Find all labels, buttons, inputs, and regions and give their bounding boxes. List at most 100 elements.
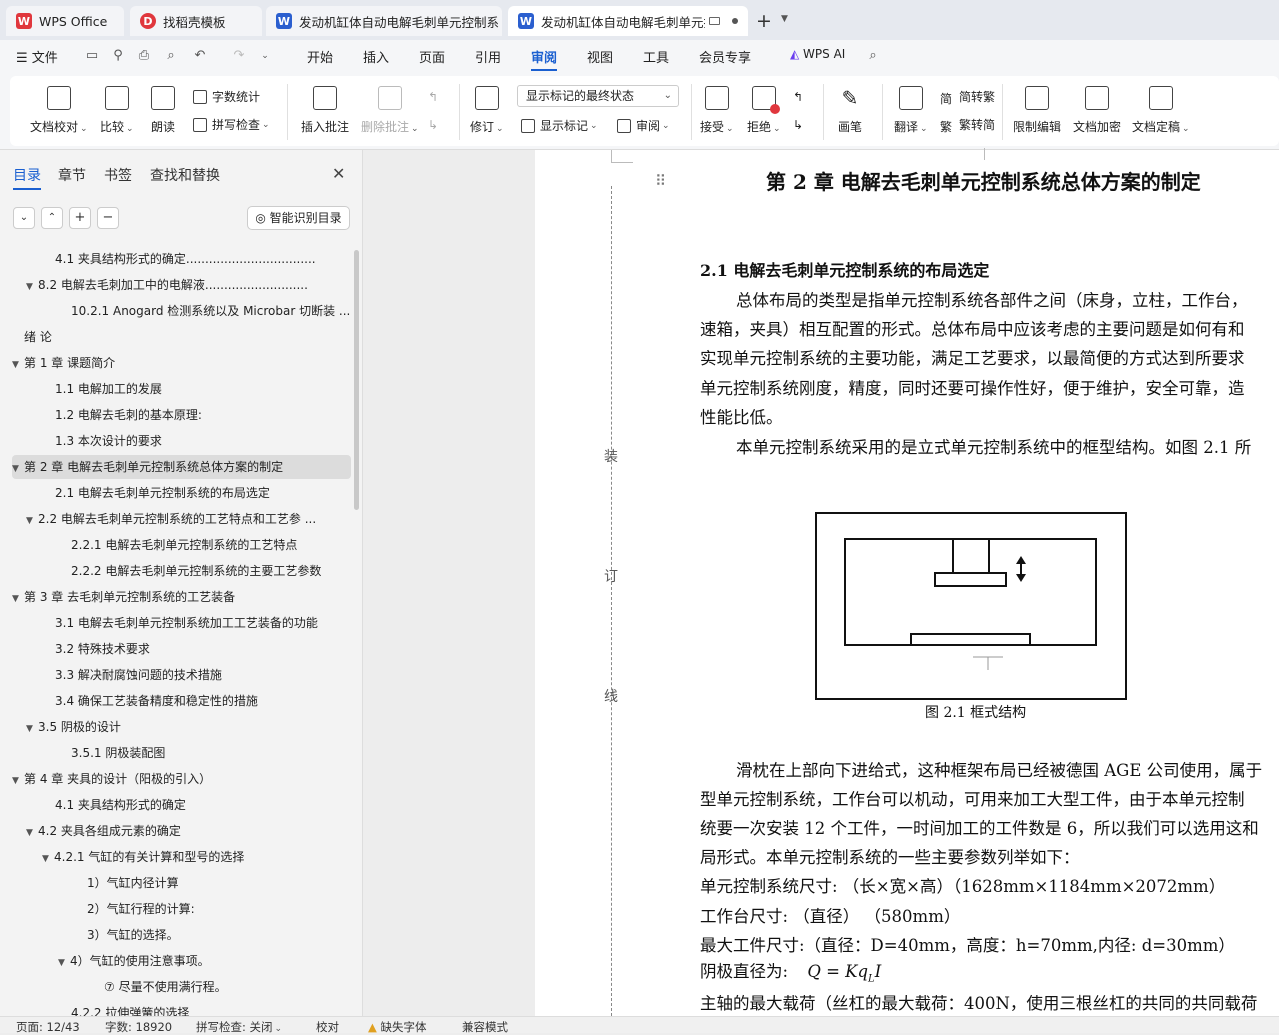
expand-caret-icon[interactable]: ▼ [12,587,24,609]
menu-tools[interactable]: 工具 [643,47,669,66]
next-comment-icon[interactable]: ↳ [428,118,438,132]
wps-ai-button[interactable]: ◭ WPS AI [790,47,845,61]
to-traditional-button[interactable]: 简简转繁 [940,88,995,106]
translate-button[interactable]: 翻译 ⌄ [894,86,928,135]
reject-button[interactable]: 拒绝 ⌄ [747,86,781,135]
unsaved-dot-icon[interactable] [732,18,738,24]
tab-wps-office[interactable]: W WPS Office [6,6,124,36]
expand-caret-icon[interactable]: ▼ [26,821,38,843]
toc-item[interactable]: 3.4 确保工艺装备精度和稳定性的措施 [12,689,351,713]
markup-state-select[interactable]: 显示标记的最终状态 ⌄ [517,85,679,107]
drag-handle-icon[interactable]: ⠿ [655,172,666,190]
toc-item[interactable]: ▼ 4.2.1 气缸的有关计算和型号的选择 [12,845,351,869]
read-aloud-button[interactable]: 朗读 [151,86,175,135]
toc-item[interactable]: ▼ 3.5 阴极的设计 [12,715,351,739]
chevron-down-icon[interactable]: ▼ [781,14,788,24]
expand-caret-icon[interactable]: ▼ [42,847,54,869]
word-count-button[interactable]: 字数统计 [193,88,260,105]
review-pane-button[interactable]: 审阅 ⌄ [617,117,670,134]
toc-item[interactable]: ▼ 第 1 章 课题简介 [12,351,351,375]
save-icon[interactable]: ▭ [84,48,100,64]
toc-item[interactable]: 2）气缸行程的计算: [12,897,351,921]
compare-button[interactable]: 比较 ⌄ [100,86,134,135]
add-heading-button[interactable]: + [69,207,91,229]
toc-item[interactable]: 1.2 电解去毛刺的基本原理: [12,403,351,427]
toc-item[interactable]: 1.3 本次设计的要求 [12,429,351,453]
tab-toc[interactable]: 目录 [13,165,41,190]
tab-find-replace[interactable]: 查找和替换 [150,165,220,185]
track-changes-button[interactable]: 修订 ⌄ [470,86,504,135]
prev-change-icon[interactable]: ↰ [793,90,803,104]
show-markup-button[interactable]: 显示标记 ⌄ [521,117,598,134]
menu-page[interactable]: 页面 [419,47,445,66]
toc-item[interactable]: 1）气缸内径计算 [12,871,351,895]
toc-scrollbar[interactable] [354,250,359,510]
toc-item[interactable]: 2.1 电解去毛刺单元控制系统的布局选定 [12,481,351,505]
toc-item[interactable]: 2.2.1 电解去毛刺单元控制系统的工艺特点 [12,533,351,557]
menu-start[interactable]: 开始 [307,47,333,66]
toc-item[interactable]: 4.1 夹具结构形式的确定...........................… [12,247,351,271]
remove-heading-button[interactable]: − [97,207,119,229]
spell-check-button[interactable]: 拼写检查 ⌄ [193,116,270,133]
expand-caret-icon[interactable]: ▼ [26,275,38,297]
search-icon[interactable]: ⌕ [865,48,881,64]
insert-comment-button[interactable]: 插入批注 [301,86,349,135]
share-icon[interactable]: ⚲ [110,48,126,64]
toc-item[interactable]: 3.2 特殊技术要求 [12,637,351,661]
tab-chapters[interactable]: 章节 [58,165,86,185]
menu-reference[interactable]: 引用 [475,47,501,66]
expand-caret-icon[interactable]: ▼ [58,951,70,973]
menu-review[interactable]: 审阅 [531,47,558,71]
prev-comment-icon[interactable]: ↰ [428,90,438,104]
pen-button[interactable]: ✎ 画笔 [838,86,862,135]
menu-view[interactable]: 视图 [587,47,613,66]
toc-item[interactable]: 绪 论 [12,325,351,349]
tab-bookmarks[interactable]: 书签 [104,165,132,185]
undo-icon[interactable]: ↶ [192,48,208,64]
menu-insert[interactable]: 插入 [363,47,389,66]
print-preview-icon[interactable]: ⌕ [163,48,179,64]
toc-item[interactable]: ▼ 第 2 章 电解去毛刺单元控制系统总体方案的制定 [12,455,351,479]
expand-caret-icon[interactable]: ▼ [26,509,38,531]
expand-down-button[interactable]: ⌄ [13,207,35,229]
print-icon[interactable]: ⎙ [136,48,152,64]
finalize-button[interactable]: 文档定稿 ⌄ [1132,86,1190,135]
toc-item[interactable]: ⑦ 尽量不使用满行程。 [12,975,351,999]
next-change-icon[interactable]: ↳ [793,118,803,132]
encrypt-button[interactable]: 文档加密 [1073,86,1121,135]
more-chevron-icon[interactable]: ⌄ [257,48,273,64]
toc-item[interactable]: 1.1 电解加工的发展 [12,377,351,401]
doc-check-button[interactable]: 文档校对 ⌄ [30,86,88,135]
tab-document-1[interactable]: W 发动机缸体自动电解毛刺单元控制系 [266,6,502,36]
restrict-edit-button[interactable]: 限制编辑 [1013,86,1061,135]
toc-item[interactable]: ▼ 4）气缸的使用注意事项。 [12,949,351,973]
toc-item[interactable]: 2.2.2 电解去毛刺单元控制系统的主要工艺参数 [12,559,351,583]
close-icon[interactable]: ✕ [332,164,345,183]
toc-item[interactable]: ▼ 8.2 电解去毛刺加工中的电解液.......................… [12,273,351,297]
toc-item[interactable]: ▼ 4.2 夹具各组成元素的确定 [12,819,351,843]
tab-document-2-active[interactable]: W 发动机缸体自动电解毛刺单元控 [508,6,748,36]
toc-item[interactable]: 4.1 夹具结构形式的确定 [12,793,351,817]
expand-caret-icon[interactable]: ▼ [12,769,24,791]
expand-caret-icon[interactable]: ▼ [12,457,24,479]
expand-caret-icon[interactable]: ▼ [26,717,38,739]
toc-item[interactable]: ▼ 2.2 电解去毛刺单元控制系统的工艺特点和工艺参 ... [12,507,351,531]
toc-item[interactable]: 3.3 解决耐腐蚀问题的技术措施 [12,663,351,687]
toc-item[interactable]: 10.2.1 Anogard 检测系统以及 Microbar 切断装 ... [12,299,351,323]
toc-item[interactable]: 3.5.1 阴极装配图 [12,741,351,765]
tab-docer-templates[interactable]: D 找稻壳模板 [130,6,262,36]
new-tab-button[interactable]: + [756,10,772,32]
toc-item[interactable]: ▼ 第 3 章 去毛刺单元控制系统的工艺装备 [12,585,351,609]
to-simplified-button[interactable]: 繁繁转简 [940,116,995,134]
toc-item[interactable]: ▼ 第 4 章 夹具的设计（阳极的引入） [12,767,351,791]
toc-item[interactable]: 3.1 电解去毛刺单元控制系统加工工艺装备的功能 [12,611,351,635]
menu-member[interactable]: 会员专享 [699,47,751,66]
collapse-up-button[interactable]: ⌃ [41,207,63,229]
expand-caret-icon[interactable]: ▼ [12,353,24,375]
file-menu[interactable]: ☰ 文件 [16,47,58,66]
accept-button[interactable]: 接受 ⌄ [700,86,734,135]
redo-icon[interactable]: ↷ [231,48,247,64]
smart-toc-button[interactable]: ◎ 智能识别目录 [247,206,350,230]
toc-item[interactable]: 3）气缸的选择。 [12,923,351,947]
delete-comment-button[interactable]: 删除批注 ⌄ [361,86,419,135]
